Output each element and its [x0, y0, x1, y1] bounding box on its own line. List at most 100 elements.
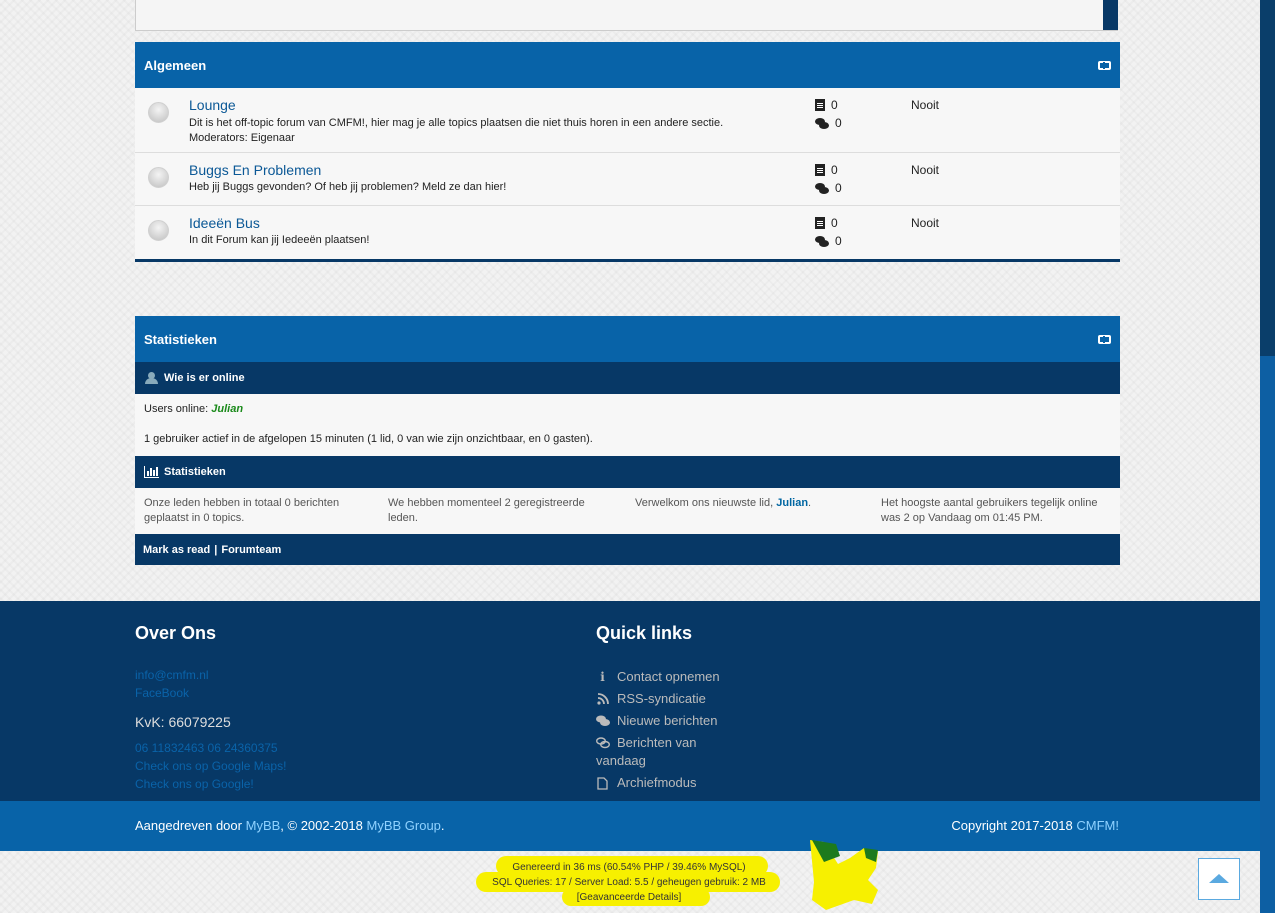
advanced-details-link[interactable]: [Geavanceerde Details] [577, 892, 682, 903]
collapse-icon[interactable] [1098, 334, 1111, 344]
stats-subheader: Statistieken [135, 456, 1120, 488]
bar-chart-icon [144, 466, 159, 478]
quick-link-rss[interactable]: RSS-syndicatie [596, 690, 706, 708]
last-post: Nooit [911, 163, 940, 177]
stat-record: Het hoogste aantal gebruikers tegelijk o… [881, 497, 1098, 524]
threads-count: 0 [815, 98, 838, 112]
category-title: Algemeen [144, 57, 207, 73]
threads-count: 0 [815, 216, 838, 230]
mark-as-read-link[interactable]: Mark as read [143, 544, 210, 556]
kvk-number: KvK: 66079225 [135, 714, 231, 730]
posts-value: 0 [835, 234, 842, 248]
quick-link-archive[interactable]: Archiefmodus [596, 774, 696, 792]
stat-newest-member: Verwelkom ons nieuwste lid, Julian. [635, 496, 860, 511]
quick-link-label: RSS-syndicatie [617, 691, 706, 706]
mybb-link[interactable]: MyBB [246, 818, 281, 833]
quick-link-contact[interactable]: i Contact opnemen [596, 668, 720, 686]
powered-prefix: Aangedreven door [135, 818, 242, 833]
debug-info: Genereerd in 36 ms (60.54% PHP / 39.46% … [478, 860, 780, 905]
online-user-link[interactable]: Julian [211, 403, 243, 415]
active-users-text: 1 gebruiker actief in de afgelopen 15 mi… [144, 433, 593, 445]
forum-title-link[interactable]: Buggs En Problemen [189, 162, 321, 178]
board-stats: Statistieken Wie is er online Users onli… [135, 316, 1120, 565]
forum-title-link[interactable]: Lounge [189, 97, 236, 113]
document-icon [815, 164, 825, 176]
forum-description: Heb jij Buggs gevonden? Of heb jij probl… [189, 181, 507, 193]
threads-value: 0 [831, 98, 838, 112]
highlight-arrow-mark [810, 840, 878, 910]
site-footer: Over Ons info@cmfm.nl FaceBook KvK: 6607… [0, 601, 1260, 801]
forum-row-ideeen: Ideeën Bus In dit Forum kan jij Iedeeën … [135, 206, 1120, 259]
forum-description: Dit is het off-topic forum van CMFM!, hi… [189, 117, 724, 129]
copyright-bar: Aangedreven door MyBB, © 2002-2018 MyBB … [0, 801, 1260, 851]
mybb-group-link[interactable]: MyBB Group [367, 818, 441, 833]
copyright-years: , © 2002-2018 [280, 818, 363, 833]
about-title: Over Ons [135, 623, 217, 643]
forum-status-icon [148, 167, 169, 188]
newest-member-link[interactable]: Julian [776, 497, 808, 509]
previous-table-edge [1103, 0, 1118, 30]
posts-value: 0 [835, 181, 842, 195]
quick-links-title: Quick links [596, 623, 693, 643]
stat-members: We hebben momenteel 2 geregistreerde led… [388, 497, 585, 524]
google-maps-link[interactable]: Check ons op Google Maps! [135, 759, 286, 773]
threads-count: 0 [815, 163, 838, 177]
rss-icon [596, 693, 609, 706]
cmfm-link[interactable]: CMFM! [1076, 818, 1119, 833]
forum-title-link[interactable]: Ideeën Bus [189, 215, 260, 231]
quick-link-today[interactable]: Berichten van vandaag [595, 734, 726, 770]
document-icon [815, 217, 825, 229]
last-post: Nooit [911, 216, 940, 230]
google-link[interactable]: Check ons op Google! [135, 777, 254, 791]
threads-value: 0 [831, 216, 838, 230]
stat-posts: Onze leden hebben in totaal 0 berichten … [144, 497, 340, 524]
stat-newest-suffix: . [808, 497, 812, 509]
comments-icon [815, 235, 829, 247]
quick-link-label: Berichten van vandaag [596, 735, 697, 768]
stats-subheader-label: Statistieken [164, 466, 226, 478]
forum-status-icon [148, 220, 169, 241]
back-to-top-button[interactable] [1198, 858, 1240, 900]
online-body: Users online: Julian 1 gebruiker actief … [135, 394, 1120, 456]
online-header-label: Wie is er online [164, 372, 245, 384]
forum-status-icon [148, 102, 169, 123]
category-bottom-border [135, 259, 1120, 262]
copyright-period: . [440, 818, 445, 833]
info-icon: i [600, 670, 605, 684]
users-online-label: Users online: [144, 403, 209, 415]
online-subheader: Wie is er online [135, 362, 1120, 394]
stats-title: Statistieken [144, 331, 217, 347]
email-link[interactable]: info@cmfm.nl [135, 668, 209, 682]
collapse-icon[interactable] [1098, 60, 1111, 70]
posts-count: 0 [815, 116, 842, 130]
quick-link-label: Archiefmodus [617, 775, 697, 790]
stats-header: Statistieken [135, 316, 1120, 362]
page-scrollbar[interactable] [1260, 0, 1275, 913]
quick-link-label: Nieuwe berichten [617, 713, 718, 728]
facebook-link[interactable]: FaceBook [135, 686, 189, 700]
site-copyright: Copyright 2017-2018 CMFM! [951, 818, 1119, 833]
comments-icon [596, 715, 610, 728]
scrollbar-thumb[interactable] [1260, 0, 1275, 356]
last-post: Nooit [911, 98, 940, 112]
posts-value: 0 [835, 116, 842, 130]
footer-separator: | [214, 543, 218, 556]
powered-by: Aangedreven door MyBB, © 2002-2018 MyBB … [135, 818, 445, 833]
forumteam-link[interactable]: Forumteam [221, 544, 281, 556]
document-icon [815, 99, 825, 111]
phone-link[interactable]: 06 11832463 06 24360375 [135, 741, 278, 755]
forum-moderators: Moderators: Eigenaar [189, 132, 295, 144]
users-online-line: Users online: Julian [144, 403, 243, 415]
forum-description: In dit Forum kan jij Iedeeën plaatsen! [189, 234, 370, 246]
comments-outline-icon [595, 737, 611, 750]
previous-table-remnant [135, 0, 1118, 31]
category-algemeen: Algemeen Lounge Dit is het off-topic for… [135, 42, 1120, 262]
debug-generated: Genereerd in 36 ms (60.54% PHP / 39.46% … [512, 862, 746, 873]
quick-link-new-posts[interactable]: Nieuwe berichten [596, 712, 717, 730]
comments-icon [815, 117, 829, 129]
users-icon [144, 372, 159, 384]
stat-newest-prefix: Verwelkom ons nieuwste lid, [635, 497, 774, 509]
category-header: Algemeen [135, 42, 1120, 88]
quick-link-label: Contact opnemen [617, 669, 720, 684]
file-icon [596, 777, 609, 790]
